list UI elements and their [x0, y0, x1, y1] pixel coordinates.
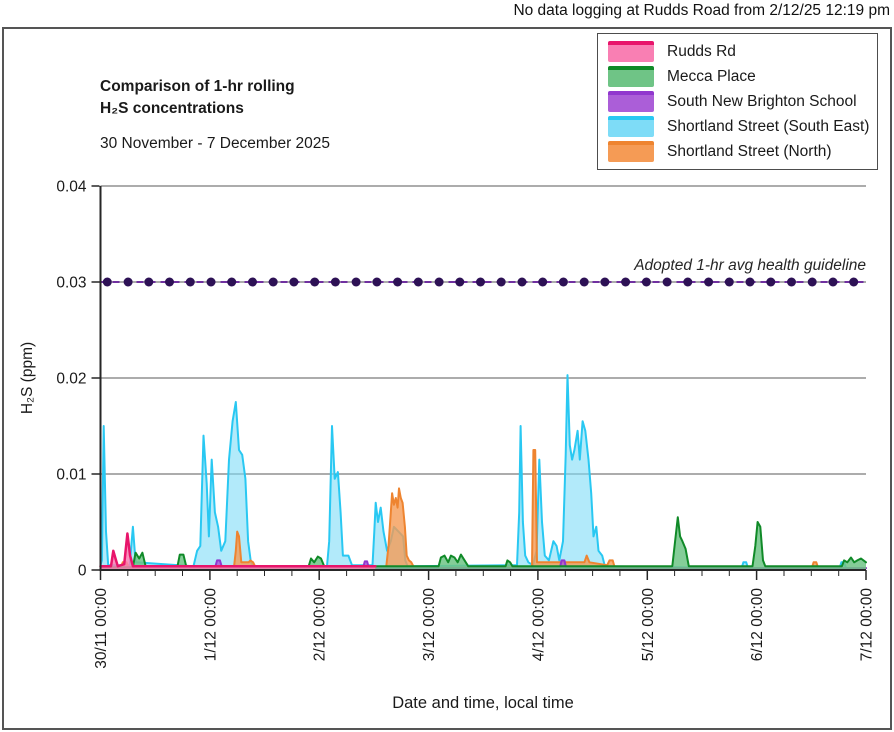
guideline-marker — [808, 278, 817, 287]
x-tick-label: 7/12 00:00 — [859, 588, 876, 662]
legend-swatch-shortland-street-north — [608, 141, 654, 162]
legend-swatch-mecca-place — [608, 66, 654, 87]
guideline-marker — [683, 278, 692, 287]
guideline-marker — [746, 278, 755, 287]
guideline-marker — [269, 278, 278, 287]
legend-label: Rudds Rd — [667, 43, 736, 61]
guideline-marker — [704, 278, 713, 287]
guideline-marker — [497, 278, 506, 287]
guideline-marker — [144, 278, 153, 287]
x-tick-label: 2/12 00:00 — [312, 588, 329, 662]
legend-item-mecca-place: Mecca Place — [608, 66, 869, 87]
guideline-marker — [103, 278, 112, 287]
guideline-marker — [165, 278, 174, 287]
x-tick-label: 30/11 00:00 — [93, 588, 110, 669]
legend: Rudds Rd Mecca Place South New Brighton … — [597, 33, 878, 170]
guideline-marker — [663, 278, 672, 287]
guideline-marker — [849, 278, 858, 287]
y-tick-label: 0.01 — [56, 467, 86, 484]
guideline-marker — [372, 278, 381, 287]
guideline-label: Adopted 1-hr avg health guideline — [633, 257, 866, 274]
x-tick-label: 1/12 00:00 — [202, 588, 219, 662]
guideline-marker — [310, 278, 319, 287]
y-tick-label: 0.02 — [56, 371, 86, 388]
guideline-marker — [435, 278, 444, 287]
guideline-marker — [580, 278, 589, 287]
guideline-marker — [207, 278, 216, 287]
guideline-marker — [289, 278, 298, 287]
series-area-shortland-street-south-east — [101, 375, 867, 570]
legend-label: Shortland Street (North) — [667, 143, 832, 161]
legend-item-rudds-rd: Rudds Rd — [608, 41, 869, 62]
guideline-marker — [227, 278, 236, 287]
guideline-marker — [538, 278, 547, 287]
x-axis-title: Date and time, local time — [392, 694, 574, 712]
guideline-marker — [476, 278, 485, 287]
guideline-marker — [414, 278, 423, 287]
guideline-marker — [248, 278, 257, 287]
guideline-marker — [829, 278, 838, 287]
legend-item-shortland-street-south-east: Shortland Street (South East) — [608, 116, 869, 137]
legend-item-south-new-brighton-school: South New Brighton School — [608, 91, 869, 112]
legend-label: Shortland Street (South East) — [667, 118, 869, 136]
y-tick-label: 0.04 — [56, 179, 87, 196]
legend-swatch-rudds-rd — [608, 41, 654, 62]
y-axis-title: H₂S (ppm) — [19, 342, 36, 414]
guideline-marker — [331, 278, 340, 287]
y-tick-label: 0 — [78, 563, 87, 580]
guideline-marker — [352, 278, 361, 287]
guideline-marker — [559, 278, 568, 287]
guideline-marker — [518, 278, 527, 287]
guideline-marker — [186, 278, 195, 287]
guideline-marker — [725, 278, 734, 287]
guideline-marker — [766, 278, 775, 287]
guideline-marker — [393, 278, 402, 287]
x-tick-label: 4/12 00:00 — [530, 588, 547, 662]
guideline-marker — [621, 278, 630, 287]
guideline-marker — [124, 278, 133, 287]
x-tick-label: 6/12 00:00 — [749, 588, 766, 662]
legend-swatch-south-new-brighton-school — [608, 91, 654, 112]
guideline-marker — [787, 278, 796, 287]
guideline-marker — [642, 278, 651, 287]
guideline-marker — [455, 278, 464, 287]
legend-swatch-shortland-street-south-east — [608, 116, 654, 137]
legend-label: Mecca Place — [667, 68, 756, 86]
x-tick-label: 5/12 00:00 — [640, 588, 657, 662]
y-tick-label: 0.03 — [56, 275, 86, 292]
guideline-marker — [600, 278, 609, 287]
legend-item-shortland-street-north: Shortland Street (North) — [608, 141, 869, 162]
legend-label: South New Brighton School — [667, 93, 857, 111]
x-tick-label: 3/12 00:00 — [421, 588, 438, 662]
